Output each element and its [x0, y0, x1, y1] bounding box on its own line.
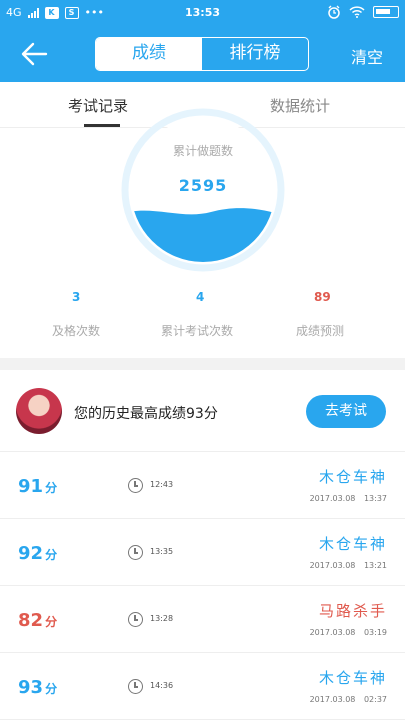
top-nav-bar: 成绩 排行榜 清空: [0, 26, 405, 82]
tab-scores[interactable]: 成绩: [96, 38, 202, 70]
clock-icon: [128, 478, 143, 493]
status-bar: 4G K S ••• 13:53: [0, 0, 405, 26]
battery-icon: [373, 6, 399, 18]
pass-count-value: 3: [72, 290, 81, 304]
tab-ranking[interactable]: 排行榜: [202, 38, 308, 70]
record-date: 2017.03.08 03:19: [309, 628, 387, 637]
clear-button[interactable]: 清空: [351, 44, 383, 68]
best-score-text: 您的历史最高成绩93分: [74, 406, 218, 422]
exam-record-row[interactable]: 91 分 12:43 木仓车神 2017.03.08 13:37: [0, 452, 405, 519]
record-duration: 13:35: [150, 547, 174, 556]
score-prediction-value: 89: [314, 290, 331, 304]
active-tab-indicator: [84, 124, 120, 127]
exam-record-row[interactable]: 82 分 13:28 马路杀手 2017.03.08 03:19: [0, 586, 405, 653]
gauge-label: 累计做题数: [172, 144, 233, 158]
exam-count-value: 4: [196, 290, 205, 304]
section-divider: [0, 358, 405, 370]
record-date: 2017.03.08 02:37: [309, 695, 387, 704]
exam-count-label: 累计考试次数: [161, 324, 234, 338]
alarm-icon: [328, 5, 340, 19]
avatar: [16, 388, 62, 434]
record-title: 木仓车神: [318, 669, 387, 687]
record-score: 82 分: [18, 610, 58, 631]
record-score: 91 分: [18, 476, 58, 497]
exam-record-row[interactable]: 93 分 14:36 木仓车神 2017.03.08 02:37: [0, 653, 405, 720]
tab-exam-records[interactable]: 考试记录: [68, 95, 128, 116]
record-title: 木仓车神: [318, 468, 387, 486]
wifi-icon: [349, 6, 365, 18]
record-score: 93 分: [18, 677, 58, 698]
take-exam-button[interactable]: 去考试: [306, 395, 386, 428]
segmented-control: 成绩 排行榜: [95, 37, 309, 71]
record-score: 92 分: [18, 543, 58, 564]
pass-count-label: 及格次数: [52, 324, 101, 338]
record-title: 马路杀手: [318, 602, 387, 620]
record-date: 2017.03.08 13:21: [309, 561, 387, 570]
back-arrow-icon[interactable]: [18, 38, 50, 70]
profile-row: 您的历史最高成绩93分 去考试: [0, 370, 405, 452]
record-duration: 12:43: [150, 480, 174, 489]
clock-icon: [128, 612, 143, 627]
record-duration: 13:28: [150, 614, 174, 623]
score-prediction-label: 成绩预测: [296, 324, 345, 338]
clock-icon: [128, 679, 143, 694]
record-title: 木仓车神: [318, 535, 387, 553]
status-right: [327, 5, 399, 19]
gauge-value: 2595: [178, 176, 228, 195]
record-date: 2017.03.08 13:37: [309, 494, 387, 503]
record-duration: 14:36: [150, 681, 174, 690]
exam-record-row[interactable]: 92 分 13:35 木仓车神 2017.03.08 13:21: [0, 519, 405, 586]
clock-icon: [128, 545, 143, 560]
